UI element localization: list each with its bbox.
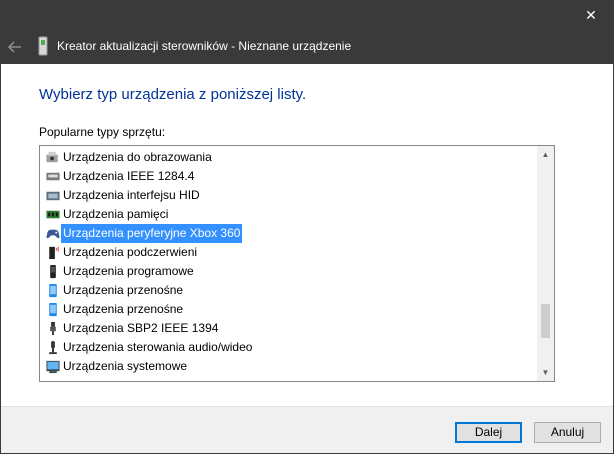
sbp2-device-icon: [50, 321, 56, 336]
device-type-item[interactable]: Urządzenia sterowania audio/wideo: [40, 338, 537, 357]
device-type-item[interactable]: Urządzenia podczerwieni: [40, 243, 537, 262]
device-type-item[interactable]: Urządzenia do obrazowania: [40, 148, 537, 167]
device-type-item[interactable]: Urządzenia programowe: [40, 262, 537, 281]
device-type-label: Urządzenia SBP2 IEEE 1394: [63, 321, 219, 335]
close-button[interactable]: ✕: [568, 0, 614, 30]
ieee-1284-device-icon: [46, 172, 60, 181]
vertical-scrollbar[interactable]: ▲ ▼: [537, 146, 554, 381]
device-type-item[interactable]: Urządzenia pamięci: [40, 205, 537, 224]
imaging-device-icon: [46, 151, 58, 163]
device-type-item[interactable]: Urządzenia interfejsu HID: [40, 186, 537, 205]
device-type-label: Urządzenia sterowania audio/wideo: [63, 340, 253, 354]
device-icon: [38, 36, 48, 56]
device-type-label: Urządzenia programowe: [63, 264, 194, 278]
memory-device-icon: [46, 210, 60, 219]
scroll-down-arrow-icon[interactable]: ▼: [537, 364, 554, 381]
av-control-icon: [49, 340, 57, 355]
infrared-device-icon: [49, 246, 59, 260]
system-device-icon: [46, 360, 60, 374]
device-type-label: Urządzenia przenośne: [63, 302, 184, 316]
device-type-label: Urządzenia peryferyjne Xbox 360: [61, 224, 243, 243]
device-type-label: Urządzenia pamięci: [63, 207, 169, 221]
gamepad-icon: [46, 229, 60, 239]
device-type-label: Urządzenia systemowe: [63, 359, 188, 373]
device-type-item[interactable]: Urządzenia IEEE 1284.4: [40, 167, 537, 186]
title-bar: ✕: [0, 0, 614, 30]
device-type-item[interactable]: Urządzenia przenośne: [40, 300, 537, 319]
cancel-button[interactable]: Anuluj: [534, 422, 601, 443]
device-type-item[interactable]: Urządzenia SBP2 IEEE 1394: [40, 319, 537, 338]
device-type-label: Urządzenia IEEE 1284.4: [63, 169, 195, 183]
device-type-label: Urządzenia podczerwieni: [63, 245, 198, 259]
window-title: Kreator aktualizacji sterowników - Niezn…: [57, 39, 352, 53]
software-device-icon: [50, 264, 56, 279]
list-caption: Popularne typy sprzętu:: [39, 125, 166, 139]
device-type-item[interactable]: Urządzenia peryferyjne Xbox 360: [40, 224, 537, 243]
next-button[interactable]: Dalej: [455, 422, 522, 443]
back-arrow-icon[interactable]: [6, 38, 24, 56]
device-type-item[interactable]: Urządzenia przenośne: [40, 281, 537, 300]
device-type-label: Urządzenia interfejsu HID: [63, 188, 200, 202]
wizard-nav-bar: Kreator aktualizacji sterowników - Niezn…: [0, 30, 614, 64]
scrollbar-thumb[interactable]: [541, 304, 550, 338]
device-type-rows: Urządzenia do obrazowania Urządzenia IEEE…: [40, 148, 537, 376]
scroll-up-arrow-icon[interactable]: ▲: [537, 146, 554, 163]
page-heading: Wybierz typ urządzenia z poniższej listy…: [39, 86, 307, 103]
device-type-list[interactable]: Urządzenia do obrazowania Urządzenia IEEE…: [39, 145, 555, 382]
device-type-label: Urządzenia przenośne: [63, 283, 184, 297]
portable-device-icon: [49, 283, 57, 298]
device-type-label: Urządzenia do obrazowania: [63, 150, 212, 164]
device-type-item[interactable]: Urządzenia systemowe: [40, 357, 537, 376]
hid-device-icon: [46, 191, 60, 201]
portable-device-icon: [49, 302, 57, 317]
